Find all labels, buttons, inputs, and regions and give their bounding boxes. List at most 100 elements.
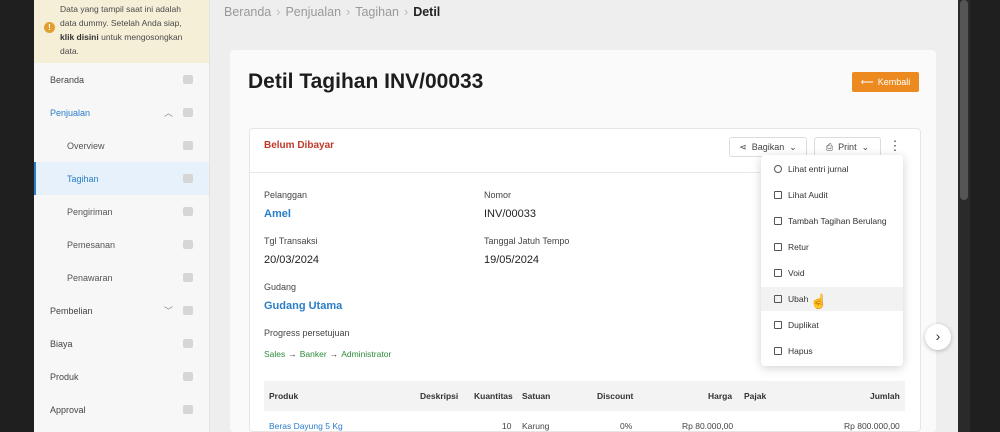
- tag-icon: [183, 174, 193, 183]
- approval-step: Sales: [264, 349, 286, 359]
- sidebar-item-penawaran[interactable]: Penawaran: [34, 261, 209, 294]
- warning-icon: !: [44, 22, 55, 33]
- printer-icon: ⎙: [825, 141, 834, 152]
- sidebar-item-overview[interactable]: Overview: [34, 129, 209, 162]
- menu-item-label: Void: [788, 268, 805, 278]
- check-icon: [183, 405, 193, 414]
- sidebar-item-label: Beranda: [50, 74, 85, 85]
- sidebar-item-label: Penjualan: [50, 107, 91, 118]
- more-options-button[interactable]: ⋮: [888, 137, 902, 157]
- customer-link[interactable]: Amel: [264, 208, 291, 220]
- menu-item-retur[interactable]: Retur: [761, 235, 903, 259]
- top-bar: Beranda › Penjualan › Tagihan › Detil: [210, 0, 958, 40]
- home-icon: [183, 75, 193, 84]
- table-row: Beras Dayung 5 Kg 10 Karung 0% Rp 80.000…: [264, 411, 905, 432]
- col-header-discount: Discount: [597, 391, 634, 401]
- copy-icon: [774, 321, 782, 329]
- approval-progress-label: Progress persetujuan: [264, 328, 350, 338]
- share-button-label: Bagikan: [751, 142, 785, 152]
- number-label: Nomor: [484, 190, 512, 200]
- chevron-right-icon: ›: [935, 328, 941, 344]
- menu-item-void[interactable]: Void: [761, 261, 903, 285]
- menu-item-lihat-audit[interactable]: Lihat Audit: [761, 183, 903, 207]
- menu-item-hapus[interactable]: Hapus: [761, 339, 903, 363]
- dummy-data-notice: ! Data yang tampil saat ini adalah data …: [34, 0, 209, 63]
- box-icon: [183, 372, 193, 381]
- sidebar-item-biaya[interactable]: Biaya: [34, 327, 209, 360]
- breadcrumb-separator: ›: [276, 5, 281, 19]
- sidebar-item-penjualan[interactable]: Penjualan ︿: [34, 96, 209, 129]
- breadcrumb: Beranda › Penjualan › Tagihan › Detil: [224, 5, 440, 19]
- invoice-number: INV/00033: [484, 208, 536, 220]
- menu-item-label: Lihat Audit: [788, 190, 828, 200]
- notice-line-3-text: untuk mengosongkan: [101, 32, 183, 42]
- breadcrumb-current: Detil: [413, 5, 441, 19]
- date-label: Tgl Transaksi: [264, 236, 318, 246]
- more-options-menu: Lihat entri jurnal Lihat Audit Tambah Ta…: [761, 155, 903, 366]
- breadcrumb-penjualan[interactable]: Penjualan: [285, 5, 341, 19]
- breadcrumb-separator: ›: [404, 5, 409, 19]
- cell-discount: 0%: [620, 421, 633, 431]
- divider: [250, 172, 760, 173]
- col-header-jumlah: Jumlah: [870, 391, 900, 401]
- sidebar: ! Data yang tampil saat ini adalah data …: [34, 0, 210, 432]
- cell-produk[interactable]: Beras Dayung 5 Kg: [269, 421, 343, 431]
- warehouse-link[interactable]: Gudang Utama: [264, 300, 342, 312]
- notice-line-1: Data yang tampil saat ini adalah: [60, 4, 181, 14]
- cell-satuan: Karung: [522, 421, 550, 431]
- share-icon: ⋖: [739, 141, 747, 152]
- repeat-icon: [774, 217, 782, 225]
- menu-item-label: Ubah: [788, 294, 809, 304]
- sidebar-item-tagihan[interactable]: Tagihan: [34, 162, 209, 195]
- tag-icon: [183, 273, 193, 282]
- menu-item-tambah-tagihan-berulang[interactable]: Tambah Tagihan Berulang: [761, 209, 903, 233]
- menu-item-label: Tambah Tagihan Berulang: [788, 216, 887, 226]
- audit-icon: [774, 191, 782, 199]
- breadcrumb-tagihan[interactable]: Tagihan: [355, 5, 399, 19]
- arrow-right-icon: →: [288, 349, 297, 359]
- sidebar-item-approval[interactable]: Approval: [34, 393, 209, 426]
- warehouse-label: Gudang: [264, 282, 297, 292]
- col-header-deskripsi: Deskripsi: [420, 391, 459, 401]
- sidebar-item-label: Approval: [50, 404, 86, 415]
- back-button-label: Kembali: [877, 77, 911, 87]
- basket-icon: [183, 108, 193, 117]
- notice-link[interactable]: klik disini: [60, 32, 99, 42]
- menu-item-lihat-entri-jurnal[interactable]: Lihat entri jurnal: [761, 157, 903, 181]
- next-slide-button[interactable]: ›: [925, 324, 951, 350]
- sidebar-item-pembelian[interactable]: Pembelian ﹀: [34, 294, 209, 327]
- sidebar-item-label: Tagihan: [67, 173, 99, 184]
- items-table: Produk Deskripsi Kuantitas Satuan Discou…: [264, 381, 905, 432]
- col-header-satuan: Satuan: [522, 391, 551, 401]
- sidebar-item-beranda[interactable]: Beranda: [34, 63, 209, 96]
- sidebar-item-label: Pembelian: [50, 305, 93, 316]
- share-button[interactable]: ⋖ Bagikan ⌄: [729, 137, 807, 157]
- sidebar-item-pemesanan[interactable]: Pemesanan: [34, 228, 209, 261]
- col-header-harga: Harga: [708, 391, 733, 401]
- notice-line-3: klik disini untuk mengosongkan: [60, 30, 201, 44]
- transaction-date: 20/03/2024: [264, 254, 320, 266]
- scrollbar-thumb[interactable]: [960, 0, 968, 200]
- chevron-down-icon: ⌄: [789, 141, 797, 152]
- void-icon: [774, 269, 782, 277]
- sidebar-item-label: Overview: [67, 140, 105, 151]
- cell-jumlah: Rp 800.000,00: [844, 421, 900, 431]
- credit-card-icon: [183, 339, 193, 348]
- col-header-kuantitas: Kuantitas: [474, 391, 513, 401]
- arrow-left-icon: ⟵: [860, 76, 874, 87]
- menu-item-label: Duplikat: [788, 320, 819, 330]
- print-button[interactable]: ⎙ Print ⌄: [814, 137, 881, 157]
- menu-item-duplikat[interactable]: Duplikat: [761, 313, 903, 337]
- approval-step: Banker: [299, 349, 327, 359]
- menu-item-ubah[interactable]: Ubah: [761, 287, 903, 311]
- return-icon: [774, 243, 782, 251]
- tag-icon: [183, 240, 193, 249]
- breadcrumb-beranda[interactable]: Beranda: [224, 5, 271, 19]
- sidebar-item-pengiriman[interactable]: Pengiriman: [34, 195, 209, 228]
- due-date-label: Tanggal Jatuh Tempo: [484, 236, 570, 246]
- sidebar-item-produk[interactable]: Produk: [34, 360, 209, 393]
- breadcrumb-separator: ›: [346, 5, 351, 19]
- col-header-produk: Produk: [269, 391, 299, 401]
- eye-icon: [774, 165, 782, 173]
- back-button[interactable]: ⟵ Kembali: [852, 72, 919, 92]
